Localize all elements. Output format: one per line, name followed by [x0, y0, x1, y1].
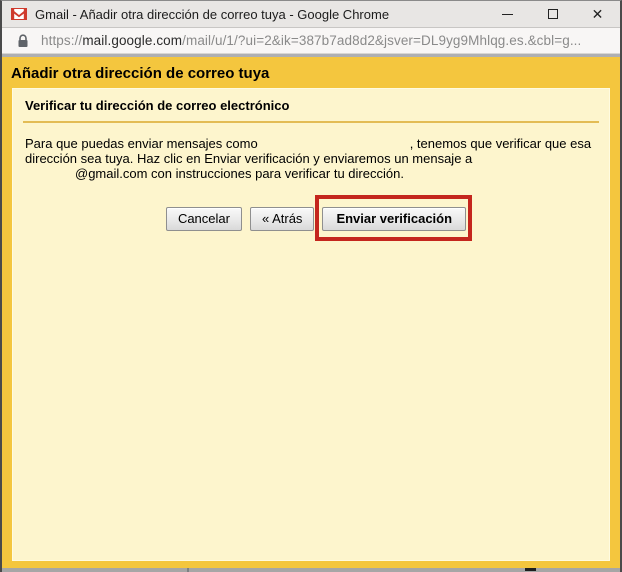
window-title: Gmail - Añadir otra dirección de correo …	[35, 6, 390, 22]
url-domain: mail.google.com	[82, 33, 183, 48]
url-path: /mail/u/1/?ui=2&ik=387b7ad8d2&jsver=DL9y…	[182, 33, 582, 48]
cancel-button[interactable]: Cancelar	[165, 207, 242, 231]
toolbar-separator	[2, 54, 620, 57]
window-titlebar[interactable]: Gmail - Añadir otra dirección de correo …	[2, 1, 620, 28]
background-window-mark	[525, 568, 536, 571]
button-row: Cancelar « Atrás Enviar verificación	[25, 195, 597, 241]
gmail-icon	[11, 6, 27, 22]
maximize-icon	[547, 9, 558, 19]
minimize-icon	[502, 13, 513, 15]
body-paragraph: Para que puedas enviar mensajes como, te…	[25, 136, 597, 181]
maximize-button[interactable]	[530, 1, 575, 27]
lock-icon[interactable]	[17, 33, 29, 48]
url-text: https://mail.google.com/mail/u/1/?ui=2&i…	[41, 33, 581, 48]
window-controls: ✕	[485, 1, 620, 27]
send-button-wrapper: Enviar verificación	[315, 195, 473, 241]
dialog-area: Añadir otra dirección de correo tuya Ver…	[2, 58, 620, 568]
section-divider	[23, 121, 599, 123]
address-bar[interactable]: https://mail.google.com/mail/u/1/?ui=2&i…	[2, 28, 620, 54]
verification-panel: Verificar tu dirección de correo electró…	[12, 88, 610, 561]
send-verification-button[interactable]: Enviar verificación	[322, 207, 467, 231]
body-line-1: Para que puedas enviar mensajes como, te…	[25, 136, 592, 151]
url-scheme: https://	[41, 33, 83, 48]
section-title: Verificar tu dirección de correo electró…	[25, 98, 290, 113]
background-window-divider	[187, 568, 189, 572]
background-window-strip	[2, 568, 620, 572]
minimize-button[interactable]	[485, 1, 530, 27]
close-icon: ✕	[591, 6, 604, 22]
close-button[interactable]: ✕	[575, 1, 620, 27]
browser-popup-window: Gmail - Añadir otra dirección de correo …	[0, 0, 622, 572]
body-line-3: @gmail.com con instrucciones para verifi…	[75, 166, 404, 181]
body-line-2: dirección sea tuya. Haz clic en Enviar v…	[25, 151, 473, 166]
page-title: Añadir otra dirección de correo tuya	[11, 64, 270, 82]
back-button[interactable]: « Atrás	[249, 207, 315, 231]
